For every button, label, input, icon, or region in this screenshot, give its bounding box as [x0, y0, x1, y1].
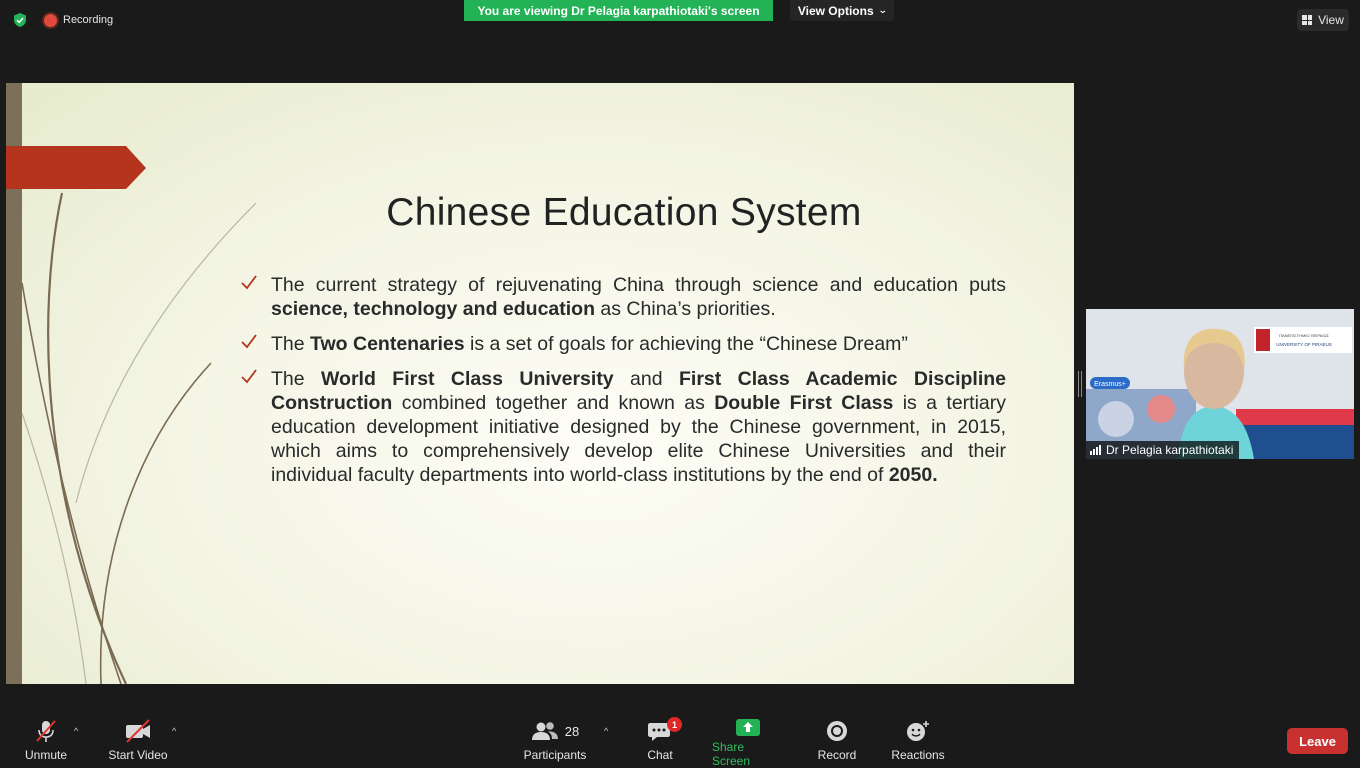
meeting-top-bar: Recording You are viewing Dr Pelagia kar… — [0, 0, 1360, 40]
slide-arrow-banner — [6, 146, 146, 189]
viewing-screen-banner: You are viewing Dr Pelagia karpathiotaki… — [464, 0, 773, 21]
signal-strength-icon — [1090, 445, 1101, 455]
bullet-item-1: The current strategy of rejuvenating Chi… — [241, 273, 1006, 321]
bullet-item-2: The Two Centenaries is a set of goals fo… — [241, 332, 1006, 356]
video-camera-off-icon — [126, 719, 150, 743]
start-video-label: Start Video — [108, 748, 168, 762]
split-resize-handle[interactable] — [1078, 371, 1082, 397]
view-label: View — [1318, 13, 1344, 27]
participant-video-feed: Erasmus+ ΠΑΝΕΠΙΣΤΗΜΙΟ ΠΕΙΡΑΙΩΣ UNIVERSIT… — [1086, 309, 1354, 459]
participants-icon — [531, 722, 558, 740]
video-options-caret-icon[interactable]: ^ — [172, 726, 176, 736]
audio-options-caret-icon[interactable]: ^ — [74, 726, 78, 736]
participant-name-label: Dr Pelagia karpathiotaki — [1086, 441, 1240, 459]
participants-options-caret-icon[interactable]: ^ — [604, 726, 608, 736]
view-options-button[interactable]: View Options ⌄ — [790, 0, 894, 21]
slide-title: Chinese Education System — [386, 191, 862, 234]
recording-indicator[interactable]: Recording — [44, 12, 113, 28]
share-screen-label: Share Screen — [712, 740, 751, 768]
checkmark-icon — [241, 275, 257, 290]
participant-name: Dr Pelagia karpathiotaki — [1106, 443, 1234, 457]
unmute-label: Unmute — [24, 748, 68, 762]
participants-button[interactable]: 28 Participants — [522, 714, 588, 768]
slide-bullet-list: The current strategy of rejuvenating Chi… — [241, 273, 1006, 498]
microphone-muted-icon — [36, 720, 56, 742]
record-label: Record — [817, 748, 857, 762]
record-button[interactable]: Record — [817, 714, 857, 768]
meeting-toolbar: Unmute ^ Start Video ^ 28 Participants ^ — [0, 714, 1360, 768]
leave-meeting-button[interactable]: Leave — [1287, 728, 1348, 754]
checkmark-icon — [241, 334, 257, 349]
record-icon — [827, 721, 847, 741]
security-shield-icon[interactable] — [12, 12, 28, 28]
slide-decoration — [6, 146, 257, 684]
share-screen-arrow-icon — [736, 719, 760, 736]
view-layout-button[interactable]: View — [1297, 9, 1349, 31]
bullet-item-3: The World First Class University and Fir… — [241, 367, 1006, 487]
reactions-button[interactable]: Reactions — [890, 714, 946, 768]
chat-unread-badge: 1 — [667, 717, 682, 732]
participant-video-tile[interactable]: Erasmus+ ΠΑΝΕΠΙΣΤΗΜΙΟ ΠΕΙΡΑΙΩΣ UNIVERSIT… — [1086, 309, 1354, 459]
participants-label: Participants — [523, 748, 587, 762]
checkmark-icon — [241, 369, 257, 384]
university-logo-bottom: UNIVERSITY OF PIRAEUS — [1276, 342, 1331, 347]
erasmus-logo: Erasmus+ — [1094, 381, 1126, 388]
university-logo-top: ΠΑΝΕΠΙΣΤΗΜΙΟ ΠΕΙΡΑΙΩΣ — [1279, 333, 1329, 338]
chevron-down-icon: ⌄ — [877, 5, 888, 15]
share-screen-button[interactable]: Share Screen — [712, 714, 784, 768]
reactions-label: Reactions — [891, 748, 945, 762]
reactions-smiley-icon — [907, 721, 929, 741]
chat-label: Chat — [647, 748, 673, 762]
recording-label: Recording — [63, 14, 114, 26]
grid-view-icon — [1302, 15, 1313, 25]
start-video-button[interactable]: Start Video — [107, 714, 169, 768]
recording-dot-icon — [44, 13, 57, 27]
chat-button[interactable]: 1 Chat — [644, 714, 682, 768]
view-options-label: View Options — [797, 3, 874, 18]
unmute-button[interactable]: Unmute — [22, 714, 70, 768]
participants-count: 28 — [564, 723, 580, 739]
shared-screen-slide: Chinese Education System The current str… — [6, 83, 1074, 684]
